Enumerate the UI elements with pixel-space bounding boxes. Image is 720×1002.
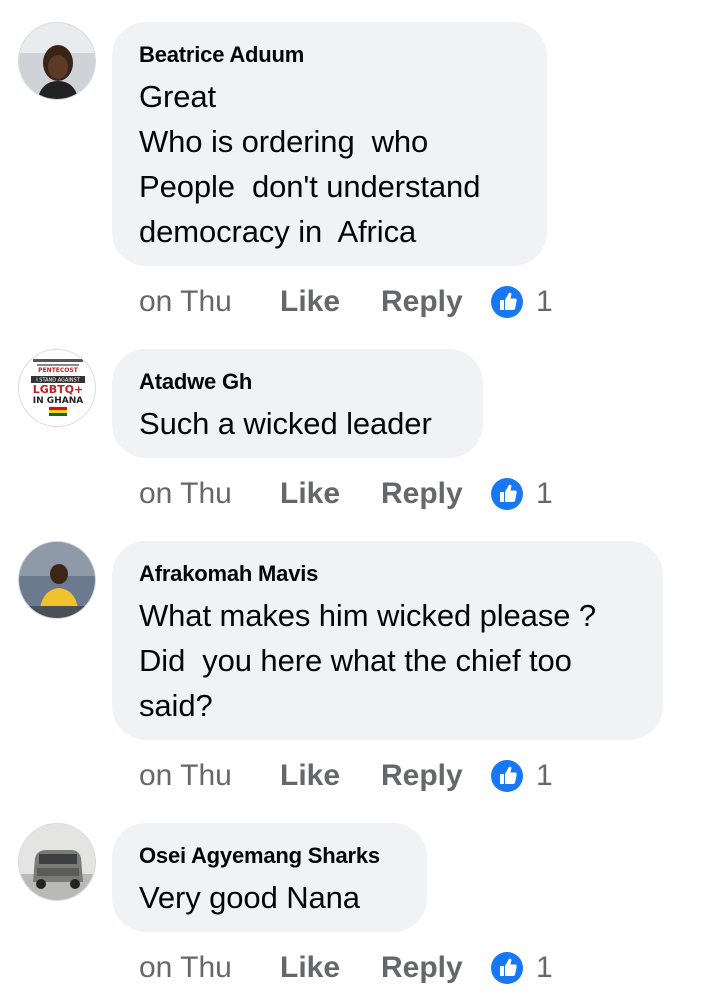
reply-button[interactable]: Reply [381,285,490,319]
comment-bubble: Beatrice Aduum Great Who is ordering who… [112,22,547,266]
avatar[interactable] [18,541,96,619]
comment-text-line: said? [139,688,213,723]
comment-text-line: What makes him wicked please ? [139,598,597,633]
avatar-photo [19,824,95,900]
avatar[interactable] [18,22,96,100]
comment-text-line: Great [139,79,217,114]
reaction-count: 1 [536,759,553,792]
avatar-photo [19,542,95,618]
comment-text-line: Did you here what the chief too [139,643,572,678]
comment-actions: on Thu Like Reply 1 [139,474,553,514]
reaction-summary[interactable]: 1 [490,759,553,793]
comment-bubble: Atadwe Gh Such a wicked leader [112,349,483,458]
reaction-summary[interactable]: 1 [490,477,553,511]
comment-author[interactable]: Atadwe Gh [139,369,457,395]
comment-timestamp[interactable]: on Thu [139,477,280,511]
comment-timestamp[interactable]: on Thu [139,951,280,985]
comment-actions: on Thu Like Reply 1 [139,756,553,796]
like-button[interactable]: Like [280,285,381,319]
like-button[interactable]: Like [280,759,381,793]
reply-button[interactable]: Reply [381,951,490,985]
comment-text-line: People don't understand [139,169,481,204]
comment-bubble: Osei Agyemang Sharks Very good Nana [112,823,427,932]
comment-text-line: democracy in Africa [139,214,417,249]
thumbs-up-icon [491,478,523,510]
avatar[interactable] [18,823,96,901]
comment-author[interactable]: Afrakomah Mavis [139,561,637,587]
reaction-count: 1 [536,477,553,510]
comment-text: Great Who is ordering who People don't u… [139,74,521,254]
avatar-photo [19,23,95,99]
avatar-badge-text: IN GHANA [33,396,83,406]
reaction-summary[interactable]: 1 [490,285,553,319]
thumbs-up-icon [491,286,523,318]
comment-text: Very good Nana [139,875,401,920]
comment-text-line: Very good Nana [139,880,360,915]
comment-author[interactable]: Osei Agyemang Sharks [139,843,401,869]
comment-text: What makes him wicked please ? Did you h… [139,593,637,728]
reply-button[interactable]: Reply [381,477,490,511]
reaction-summary[interactable]: 1 [490,951,553,985]
comment-text: Such a wicked leader [139,401,457,446]
thumbs-up-icon [491,952,523,984]
comment-timestamp[interactable]: on Thu [139,759,280,793]
comment-timestamp[interactable]: on Thu [139,285,280,319]
comment-actions: on Thu Like Reply 1 [139,282,553,322]
avatar-badge-image: PENTECOST I STAND AGAINST LGBTQ+ IN GHAN… [19,350,95,426]
like-button[interactable]: Like [280,951,381,985]
comment-text-line: Who is ordering who [139,124,429,159]
comment-actions: on Thu Like Reply 1 [139,948,553,988]
reply-button[interactable]: Reply [381,759,490,793]
like-button[interactable]: Like [280,477,381,511]
avatar-badge-text: PENTECOST [38,367,79,374]
reaction-count: 1 [536,951,553,984]
comment-author[interactable]: Beatrice Aduum [139,42,521,68]
avatar[interactable]: PENTECOST I STAND AGAINST LGBTQ+ IN GHAN… [18,349,96,427]
reaction-count: 1 [536,285,553,318]
comment-text-line: Such a wicked leader [139,406,432,441]
avatar-badge-text: LGBTQ+ [33,383,84,396]
thumbs-up-icon [491,760,523,792]
comment-bubble: Afrakomah Mavis What makes him wicked pl… [112,541,663,740]
